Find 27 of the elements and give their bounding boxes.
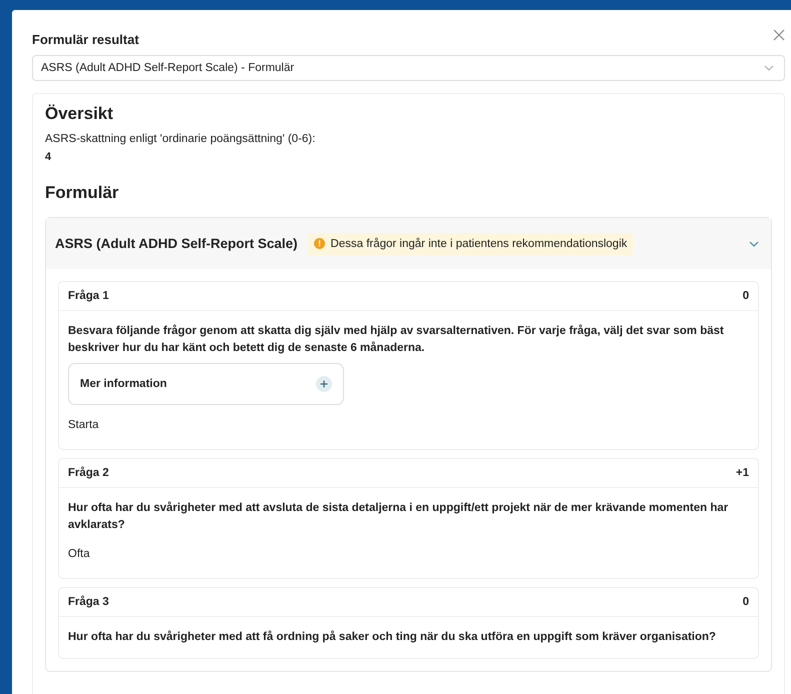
score-label: ASRS-skattning enligt 'ordinarie poängsättning' (0-6): xyxy=(45,133,316,145)
score-value: 4 xyxy=(45,151,52,163)
chevron-icon xyxy=(749,240,759,246)
close-icon[interactable] xyxy=(773,28,785,40)
question-text: Hur ofta har du svårigheter med att få ordning på saker och ting när du ska utföra en uppgift som kräver organisation? xyxy=(68,630,717,645)
overview-heading: Översikt xyxy=(45,104,114,124)
answer-text: Starta xyxy=(68,419,100,433)
more-info-label: Mer information xyxy=(80,378,167,390)
answer-text: Ofta xyxy=(68,548,91,562)
form-heading: Formulär xyxy=(45,183,120,203)
dialog-title: Formulär resultat xyxy=(32,32,139,47)
question-points: 0 xyxy=(742,290,749,302)
question-points: +1 xyxy=(736,467,749,479)
question-title: Fråga 1 xyxy=(68,290,109,302)
notice-text: Dessa frågor ingår inte i patientens rekommendationslogik xyxy=(330,238,628,250)
warning-icon xyxy=(314,238,325,249)
question-points: 0 xyxy=(742,596,749,608)
question-text: Hur ofta har du svårigheter med att avsluta de sista detaljerna i en uppgift/ett projekt när de mer krävande momenten har avklarats? xyxy=(68,500,730,533)
accordion-header[interactable]: ASRS (Adult ADHD Self-Report Scale) Dessa frågor ingår inte i patientens rekommendationslogik xyxy=(46,218,771,269)
section-title: ASRS (Adult ADHD Self-Report Scale) xyxy=(55,236,298,251)
chevron-down-icon xyxy=(764,65,774,71)
more-info-toggle[interactable]: Mer information xyxy=(68,363,344,405)
plus-icon xyxy=(316,376,332,392)
question-text: Besvara följande frågor genom att skatta dig själv med hjälp av svarsalternativen. För varje fråga, välj det svar som bäst beskriver hur du har känt och betett dig de senaste 6 månaderna. xyxy=(68,324,725,356)
question-title: Fråga 2 xyxy=(68,467,109,479)
question-title: Fråga 3 xyxy=(68,596,109,608)
form-select[interactable]: ASRS (Adult ADHD Self-Report Scale) - Formulär xyxy=(32,55,785,81)
